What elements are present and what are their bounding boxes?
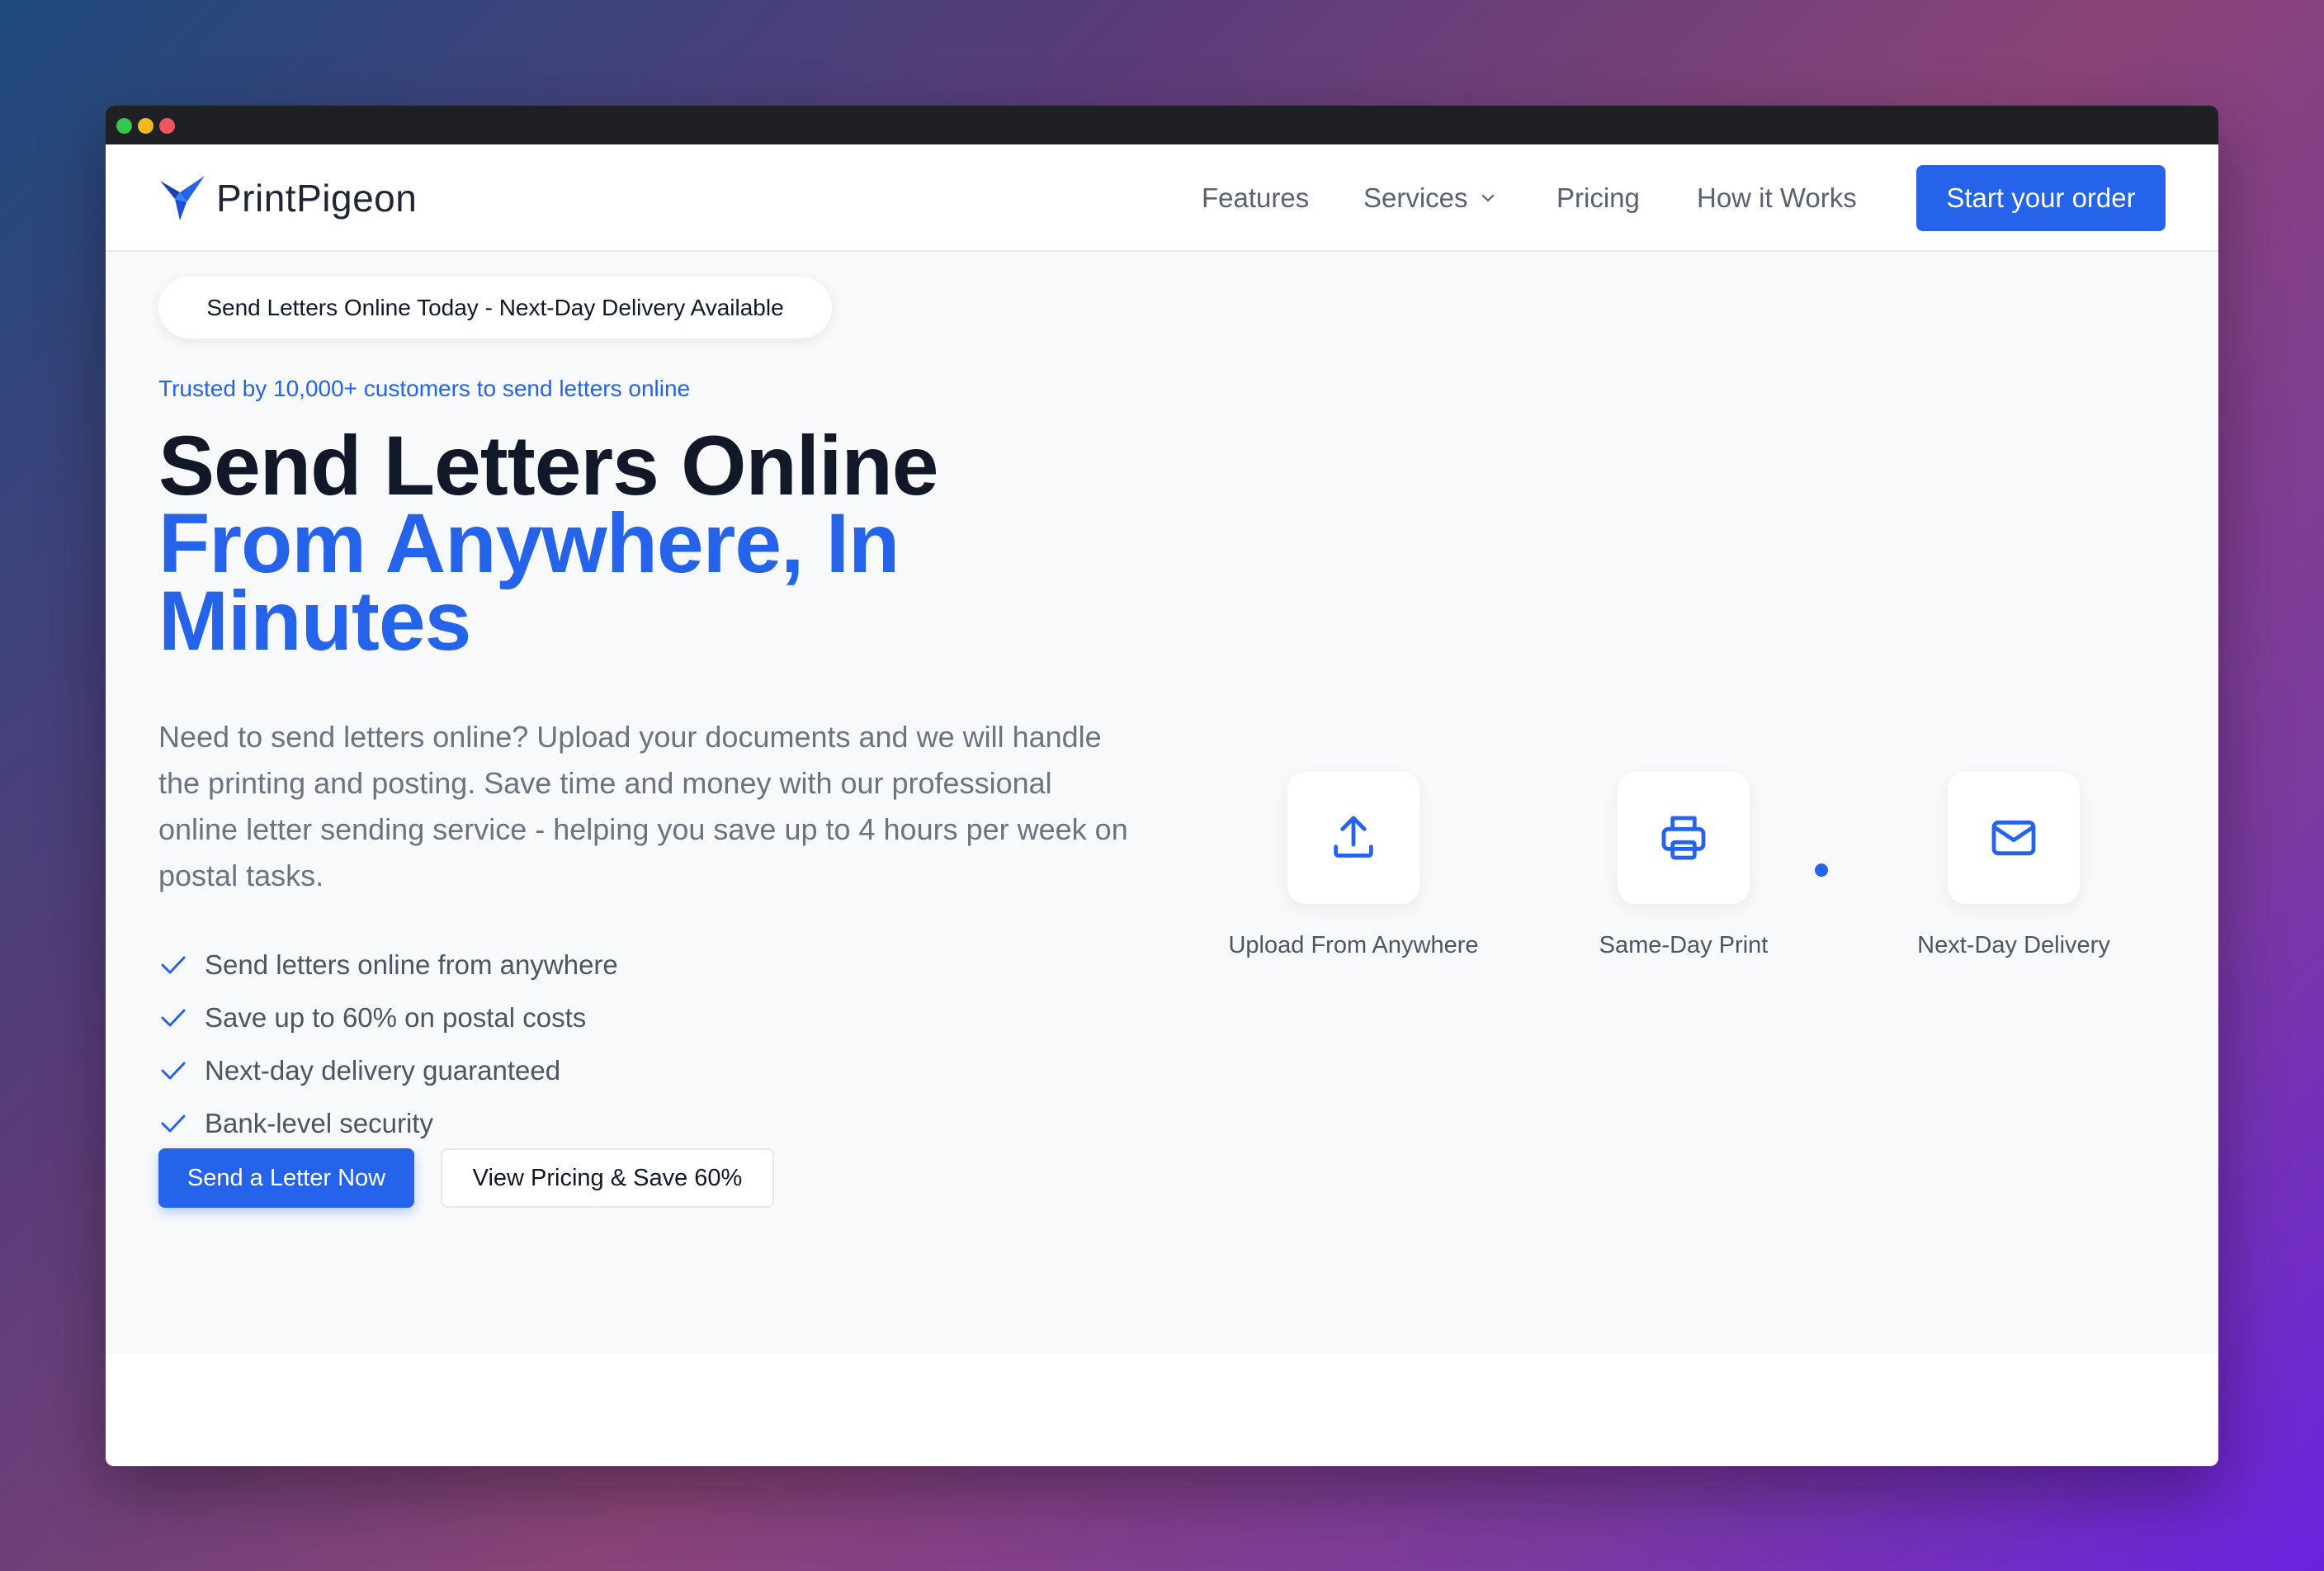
- feature-item-label: Save up to 60% on postal costs: [205, 1002, 587, 1033]
- feature-item: Save up to 60% on postal costs: [158, 991, 618, 1044]
- printer-icon: [1661, 816, 1706, 860]
- announcement-badge: Send Letters Online Today - Next-Day Del…: [158, 277, 832, 338]
- brand-name: PrintPigeon: [216, 177, 418, 220]
- window-titlebar: [106, 106, 2218, 144]
- check-icon: [161, 1062, 186, 1080]
- feature-item: Next-day delivery guaranteed: [158, 1044, 618, 1097]
- nav-link-services[interactable]: Services: [1363, 182, 1496, 214]
- headline-line-2: From Anywhere, In: [158, 496, 900, 590]
- feature-list: Send letters online from anywhere Save u…: [158, 939, 618, 1150]
- pigeon-logo-icon: [160, 176, 205, 220]
- feature-item-label: Bank-level security: [205, 1108, 433, 1138]
- step-label: Upload From Anywhere: [1228, 932, 1479, 958]
- hero-description: Need to send letters online? Upload your…: [158, 720, 1128, 892]
- send-letter-button[interactable]: Send a Letter Now: [158, 1148, 414, 1208]
- feature-item: Send letters online from anywhere: [158, 939, 618, 991]
- upload-icon: [1334, 816, 1373, 858]
- window-close-button[interactable]: [159, 118, 175, 134]
- step-card: [1948, 772, 2080, 904]
- nav-link-features[interactable]: Features: [1202, 182, 1309, 214]
- step-card: [1287, 772, 1419, 904]
- nav-link-how-it-works[interactable]: How it Works: [1697, 182, 1857, 214]
- hero-section: Send Letters Online Today - Next-Day Del…: [106, 252, 2218, 1354]
- step-delivery: Next-Day Delivery: [1882, 772, 2146, 959]
- step-label: Same-Day Print: [1599, 932, 1769, 958]
- check-icon: [161, 1009, 186, 1027]
- step-progress-dot: [1815, 864, 1828, 877]
- window-minimize-button[interactable]: [138, 118, 154, 134]
- step-label: Next-Day Delivery: [1917, 932, 2110, 958]
- step-print: Same-Day Print: [1552, 772, 1816, 959]
- mail-icon: [1991, 820, 2036, 856]
- feature-item: Bank-level security: [158, 1097, 618, 1150]
- trusted-tagline: Trusted by 10,000+ customers to send let…: [158, 376, 691, 401]
- view-pricing-button[interactable]: View Pricing & Save 60%: [441, 1148, 774, 1208]
- site-navbar: PrintPigeon Features Services Pricing Ho…: [106, 144, 2218, 252]
- step-card: [1618, 772, 1750, 904]
- headline-line-1: Send Letters Online: [158, 419, 939, 513]
- feature-item-label: Next-day delivery guaranteed: [205, 1055, 561, 1086]
- browser-window: PrintPigeon Features Services Pricing Ho…: [106, 106, 2218, 1466]
- step-upload: Upload From Anywhere: [1221, 772, 1486, 959]
- nav-link-pricing[interactable]: Pricing: [1556, 182, 1640, 214]
- start-order-button[interactable]: Start your order: [1916, 165, 2166, 231]
- check-icon: [161, 956, 186, 974]
- hero-headline: Send Letters Online From Anywhere, In Mi…: [158, 419, 1149, 668]
- feature-item-label: Send letters online from anywhere: [205, 949, 618, 980]
- chevron-down-icon: [1481, 194, 1494, 202]
- brand-logo[interactable]: PrintPigeon: [158, 174, 417, 222]
- check-icon: [161, 1114, 186, 1133]
- headline-line-3: Minutes: [158, 574, 471, 668]
- nav-link-services-label: Services: [1363, 182, 1468, 213]
- window-maximize-button[interactable]: [116, 118, 132, 134]
